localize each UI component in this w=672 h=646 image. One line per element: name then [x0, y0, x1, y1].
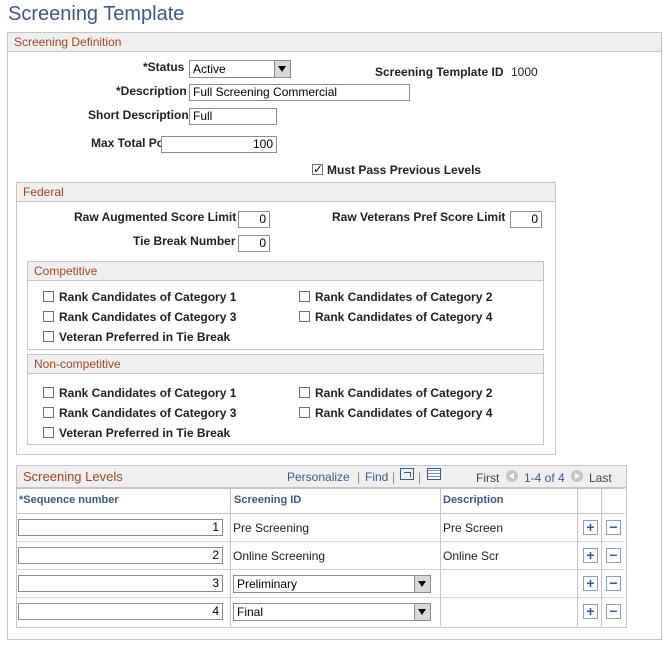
add-row-button[interactable]: + [583, 520, 598, 535]
personalize-link[interactable]: Personalize [287, 470, 350, 484]
competitive-veteran-label: Veteran Preferred in Tie Break [59, 330, 231, 344]
screening-id-select[interactable]: Preliminary [233, 575, 431, 593]
screening-id-select[interactable]: Final [233, 603, 431, 621]
grid-separator: | [357, 470, 361, 484]
delete-row-button[interactable]: − [606, 548, 621, 563]
tie-break-input[interactable]: 0 [238, 235, 270, 252]
noncompetitive-cat4-checkbox[interactable] [299, 407, 310, 418]
grid-separator-3: | [418, 470, 422, 484]
noncompetitive-cat2-checkbox[interactable] [299, 387, 310, 398]
col-screening-id-header[interactable]: Screening ID [234, 494, 301, 506]
col-divider-2 [440, 488, 441, 626]
competitive-header: Competitive [28, 262, 543, 281]
delete-row-button[interactable]: − [606, 576, 621, 591]
description-cell: Online Scr [443, 549, 500, 563]
first-label: First [476, 471, 500, 485]
next-icon[interactable] [571, 470, 583, 482]
download-grid-icon[interactable] [427, 468, 441, 480]
grid-header-top-line [17, 488, 625, 489]
row-divider [17, 569, 625, 570]
view-all-icon[interactable] [400, 468, 414, 480]
competitive-veteran-checkbox[interactable] [43, 331, 54, 342]
find-link[interactable]: Find [365, 470, 388, 484]
chevron-down-icon[interactable] [414, 576, 430, 592]
status-select-value: Active [193, 62, 226, 76]
raw-augmented-label: Raw Augmented Score Limit [74, 210, 237, 224]
col-divider-4 [601, 488, 602, 626]
chevron-down-icon[interactable] [274, 61, 290, 77]
add-row-button[interactable]: + [583, 576, 598, 591]
tie-break-label: Tie Break Number [133, 234, 236, 248]
col-divider-3 [577, 488, 578, 626]
raw-veterans-label: Raw Veterans Pref Score Limit [332, 210, 506, 224]
noncompetitive-cat3-checkbox[interactable] [43, 407, 54, 418]
chevron-down-icon[interactable] [414, 604, 430, 620]
competitive-cat4-label: Rank Candidates of Category 4 [315, 310, 493, 324]
template-id-value: 1000 [511, 65, 538, 79]
screening-id-cell: Online Screening [233, 549, 326, 563]
sequence-input[interactable]: 2 [18, 547, 223, 564]
short-description-input[interactable]: Full [189, 108, 277, 125]
status-select[interactable]: Active [189, 60, 291, 78]
competitive-cat2-label: Rank Candidates of Category 2 [315, 290, 493, 304]
competitive-cat1-label: Rank Candidates of Category 1 [59, 290, 237, 304]
must-pass-checkbox[interactable] [312, 162, 323, 176]
last-label: Last [589, 471, 612, 485]
sequence-input[interactable]: 4 [18, 603, 223, 620]
short-description-label: Short Description [88, 108, 189, 122]
screening-id-select-value: Preliminary [237, 577, 298, 591]
noncompetitive-cat1-checkbox[interactable] [43, 387, 54, 398]
noncompetitive-cat4-label: Rank Candidates of Category 4 [315, 406, 493, 420]
raw-veterans-input[interactable]: 0 [510, 211, 542, 228]
must-pass-label: Must Pass Previous Levels [327, 163, 482, 177]
raw-augmented-input[interactable]: 0 [238, 211, 270, 228]
federal-header: Federal [17, 183, 555, 202]
previous-icon[interactable] [506, 470, 518, 482]
noncompetitive-cat1-label: Rank Candidates of Category 1 [59, 386, 237, 400]
template-id-label: Screening Template ID [375, 65, 504, 79]
screening-id-select-value: Final [237, 605, 264, 619]
competitive-cat1-checkbox[interactable] [43, 291, 54, 302]
competitive-cat3-label: Rank Candidates of Category 3 [59, 310, 237, 324]
row-divider [17, 597, 625, 598]
status-label: *Status [143, 60, 185, 74]
sequence-input[interactable]: 3 [18, 575, 223, 592]
sequence-input[interactable]: 1 [18, 519, 223, 536]
col-divider-1 [230, 488, 231, 626]
screening-id-cell: Pre Screening [233, 521, 310, 535]
col-description-header[interactable]: Description [443, 494, 504, 506]
description-cell: Pre Screen [443, 521, 504, 535]
noncompetitive-header: Non-competitive [28, 355, 543, 374]
delete-row-button[interactable]: − [606, 520, 621, 535]
description-input[interactable]: Full Screening Commercial [189, 84, 410, 101]
range-label: 1-4 of 4 [524, 471, 565, 485]
competitive-cat2-checkbox[interactable] [299, 291, 310, 302]
noncompetitive-veteran-label: Veteran Preferred in Tie Break [59, 426, 231, 440]
add-row-button[interactable]: + [583, 548, 598, 563]
add-row-button[interactable]: + [583, 604, 598, 619]
grid-header-bottom-line [17, 513, 625, 514]
grid-separator-2: | [392, 470, 396, 484]
delete-row-button[interactable]: − [606, 604, 621, 619]
competitive-cat3-checkbox[interactable] [43, 311, 54, 322]
noncompetitive-cat2-label: Rank Candidates of Category 2 [315, 386, 493, 400]
noncompetitive-veteran-checkbox[interactable] [43, 427, 54, 438]
row-divider [17, 541, 625, 542]
page-title: Screening Template [8, 3, 185, 25]
competitive-cat4-checkbox[interactable] [299, 311, 310, 322]
col-sequence-header[interactable]: *Sequence number [19, 494, 119, 506]
screening-definition-header: Screening Definition [8, 33, 661, 52]
noncompetitive-cat3-label: Rank Candidates of Category 3 [59, 406, 237, 420]
max-total-points-input[interactable]: 100 [161, 136, 277, 153]
description-label: *Description [116, 84, 187, 98]
